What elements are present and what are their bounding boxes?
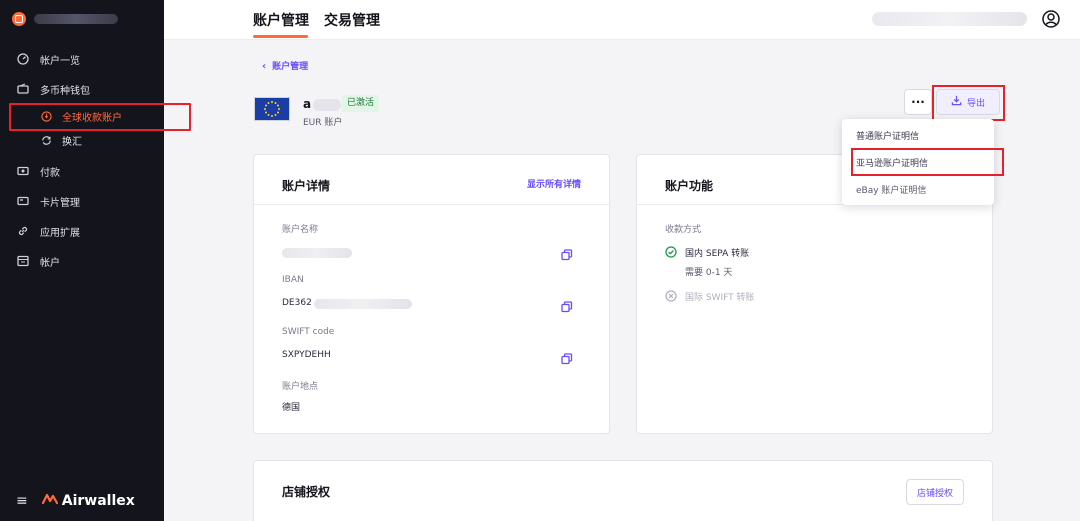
- copy-icon[interactable]: [561, 246, 573, 261]
- sidebar-footer: ≡ Airwallex: [16, 493, 135, 509]
- field-label-location: 账户地点: [282, 382, 319, 392]
- sidebar-item-overview[interactable]: 帐户一览: [0, 44, 164, 74]
- user-profile-icon[interactable]: [1040, 8, 1062, 30]
- store-authorization-card: 店铺授权 店铺授权: [253, 460, 993, 521]
- account-details-card: 账户详情 显示所有详情 账户名称 IBAN DE362 SWIFT code S…: [253, 154, 610, 434]
- sidebar-nav: 帐户一览 多币种钱包 全球收款账户 换汇 付款 卡片管理 应用扩展 帐户: [0, 44, 164, 276]
- menu-item-general-certificate[interactable]: 普通账户证明信: [856, 129, 919, 142]
- org-logo-icon: [12, 12, 26, 26]
- sidebar-item-wallet[interactable]: 多币种钱包: [0, 74, 164, 104]
- method-note: 需要 0-1 天: [685, 268, 733, 278]
- back-breadcrumb[interactable]: ‹ 账户管理: [262, 59, 308, 72]
- swift-value: SXPYDEHH: [282, 350, 331, 360]
- sidebar-item-label: 帐户一览: [40, 55, 80, 67]
- airwallex-logo: Airwallex: [41, 493, 135, 509]
- iban-value: DE362: [282, 298, 312, 308]
- dashboard-icon: [16, 52, 30, 66]
- method-swift: 国际 SWIFT 转账: [665, 290, 755, 303]
- main-content: ‹ 账户管理 a 已激活 EUR 账户 ··· 导出 普通账户证明信 亚马逊账户证…: [164, 41, 1080, 521]
- field-label-account-name: 账户名称: [282, 225, 319, 235]
- iban-value-redacted: [314, 299, 412, 309]
- method-label: 国际 SWIFT 转账: [685, 293, 755, 303]
- method-label: 国内 SEPA 转账: [685, 249, 750, 259]
- eu-flag-icon: [254, 97, 290, 121]
- export-button[interactable]: 导出: [936, 89, 1000, 115]
- export-menu: 普通账户证明信 亚马逊账户证明信 eBay 账户证明信: [842, 119, 994, 205]
- sidebar-item-exchange[interactable]: 换汇: [0, 128, 164, 152]
- sidebar-item-label: 多币种钱包: [40, 85, 90, 97]
- sidebar-item-payments[interactable]: 付款: [0, 156, 164, 186]
- sidebar-item-cards[interactable]: 卡片管理: [0, 186, 164, 216]
- account-name: a: [303, 97, 312, 111]
- copy-icon[interactable]: [561, 298, 573, 313]
- method-sepa: 国内 SEPA 转账 需要 0-1 天: [665, 246, 749, 278]
- receive-icon: [40, 110, 52, 122]
- card-header: 账户详情 显示所有详情: [254, 155, 609, 205]
- sidebar-item-label: 全球收款账户: [62, 112, 122, 124]
- status-badge: 已激活: [342, 95, 380, 112]
- airwallex-mark-icon: [41, 493, 58, 509]
- card-icon: [16, 194, 30, 208]
- sidebar-item-account[interactable]: 帐户: [0, 246, 164, 276]
- account-name-value-redacted: [282, 248, 352, 258]
- link-icon: [16, 224, 30, 238]
- org-switcher[interactable]: [12, 10, 118, 28]
- sidebar: 帐户一览 多币种钱包 全球收款账户 换汇 付款 卡片管理 应用扩展 帐户 ≡ A…: [0, 0, 164, 521]
- menu-item-amazon-certificate[interactable]: 亚马逊账户证明信: [856, 156, 928, 169]
- store-authorization-button[interactable]: 店铺授权: [905, 479, 964, 505]
- card-title: 店铺授权: [282, 485, 331, 499]
- org-name-redacted: [34, 14, 118, 24]
- field-label-iban: IBAN: [282, 275, 304, 285]
- sidebar-item-apps[interactable]: 应用扩展: [0, 216, 164, 246]
- chevron-left-icon: ‹: [262, 61, 267, 72]
- location-value: 德国: [282, 403, 301, 413]
- account-icon: [16, 254, 30, 268]
- exchange-icon: [40, 134, 52, 146]
- copy-icon[interactable]: [561, 350, 573, 365]
- disabled-circle-icon: [665, 290, 677, 302]
- sidebar-item-label: 换汇: [62, 136, 82, 148]
- wallet-icon: [16, 82, 30, 96]
- card-title: 账户详情: [282, 179, 331, 193]
- sidebar-item-label: 帐户: [40, 257, 60, 269]
- tab-account-management[interactable]: 账户管理: [253, 10, 309, 30]
- card-title: 账户功能: [665, 179, 714, 193]
- collection-methods-label: 收款方式: [665, 225, 702, 235]
- tab-transaction-management[interactable]: 交易管理: [324, 10, 380, 30]
- user-email-redacted: [872, 12, 1027, 26]
- brand-name: Airwallex: [61, 493, 135, 509]
- sidebar-item-label: 卡片管理: [40, 197, 80, 209]
- download-icon: [951, 95, 962, 109]
- top-header: 账户管理 交易管理: [164, 0, 1080, 40]
- check-circle-icon: [665, 246, 677, 258]
- payment-icon: [16, 164, 30, 178]
- active-tab-indicator: [253, 35, 308, 38]
- account-name-redacted: [313, 99, 341, 111]
- account-currency-label: EUR 账户: [303, 118, 343, 128]
- menu-icon[interactable]: ≡: [16, 493, 28, 509]
- more-actions-button[interactable]: ···: [904, 89, 932, 115]
- field-label-swift: SWIFT code: [282, 327, 335, 337]
- menu-item-ebay-certificate[interactable]: eBay 账户证明信: [856, 183, 926, 196]
- show-all-details-link[interactable]: 显示所有详情: [527, 177, 581, 190]
- sidebar-item-label: 应用扩展: [40, 227, 80, 239]
- sidebar-item-label: 付款: [40, 167, 60, 179]
- sidebar-item-global-accounts[interactable]: 全球收款账户: [0, 104, 164, 128]
